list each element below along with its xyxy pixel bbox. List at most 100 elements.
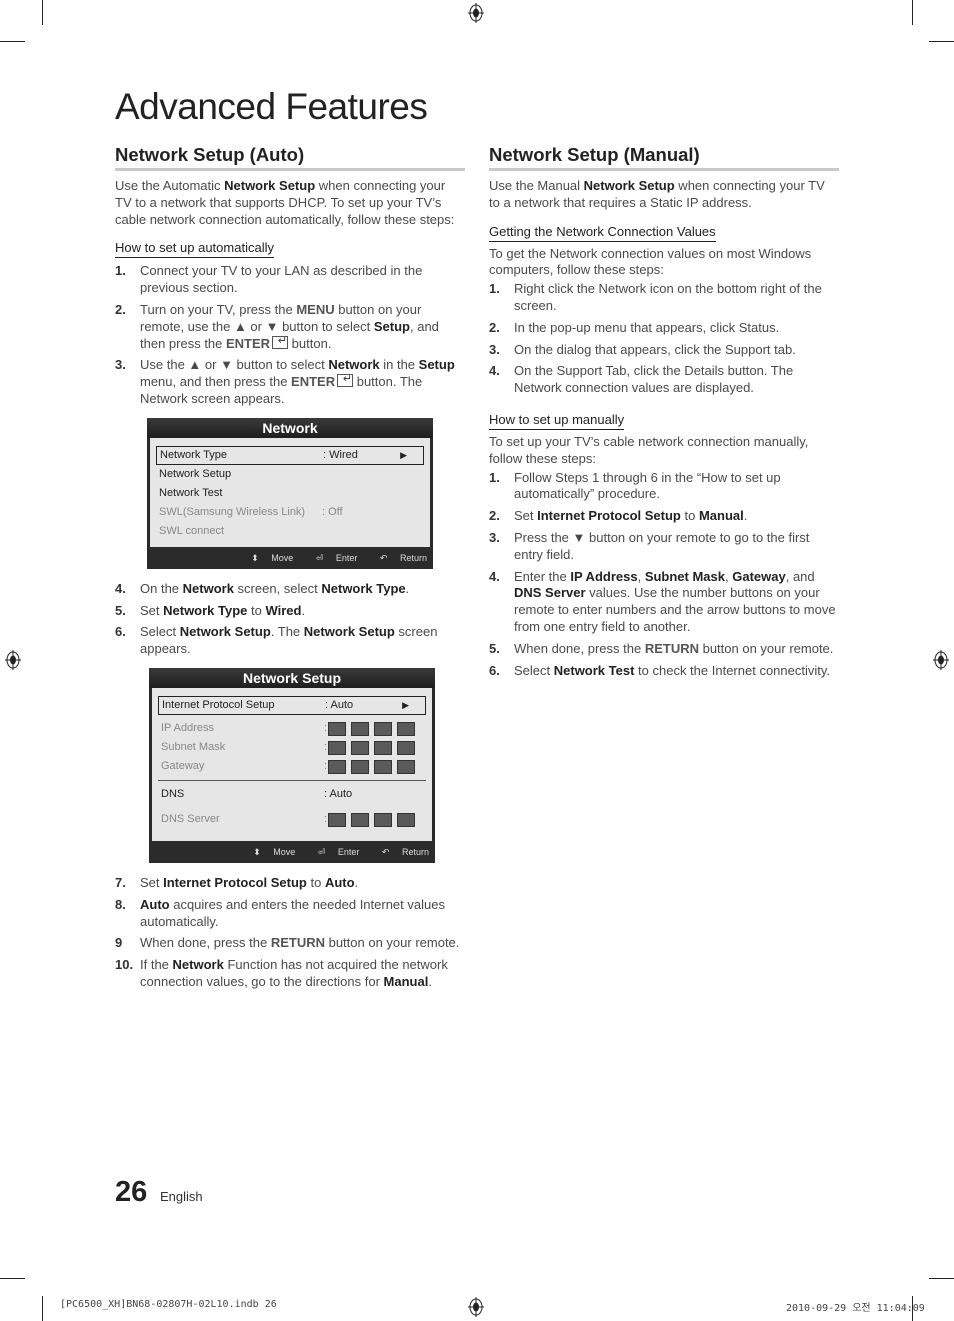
section-title-auto: Network Setup (Auto) [115, 144, 465, 171]
step-text: Set Network Type to Wired. [140, 602, 306, 618]
return-icon: ↶ [379, 552, 388, 563]
move-hint: ⬍ Move [241, 553, 293, 563]
print-date: 2010-09-29 오전 11:04:09 [786, 1303, 925, 1314]
registration-mark-icon [933, 650, 949, 670]
osd-row-label: Network Test [159, 486, 223, 499]
step-item: 5. Set Network Type to Wired. [115, 603, 465, 620]
manual-setup-intro: To set up your TV’s cable network connec… [489, 433, 809, 466]
osd-row-subnet-mask[interactable]: Subnet Mask: [158, 738, 426, 757]
registration-mark-icon [5, 650, 21, 670]
osd-body: Internet Protocol Setup: Auto ▶ IP Addres… [152, 687, 432, 841]
osd-row-value: : Auto [324, 787, 353, 800]
osd-body: Network Type : Wired ▶ Network Setup Netwo… [150, 437, 430, 547]
step-item: 2. Turn on your TV, press the MENU button… [115, 302, 465, 352]
crop-mark [0, 41, 25, 42]
registration-mark-icon [468, 1297, 484, 1317]
osd-footer: ⬍ Move ⏎ Enter ↶ Return [147, 546, 433, 569]
step-item: 1. Connect your TV to your LAN as describ… [115, 263, 465, 297]
osd-row-label: Internet Protocol Setup [162, 698, 275, 711]
osd-row-dns-server[interactable]: DNS Server: [158, 810, 426, 829]
step-number: 5. [489, 640, 500, 656]
hint-label: Return [401, 846, 429, 857]
step-number: 1. [489, 281, 500, 297]
osd-row-label: Network Type [160, 448, 228, 461]
section-title-manual: Network Setup (Manual) [489, 144, 839, 171]
page-language: English [160, 1189, 203, 1204]
step-item: 6. Select Network Setup. The Network Setu… [115, 624, 465, 658]
arrow-right-icon: ▶ [400, 449, 407, 460]
step-item: 2. Set Internet Protocol Setup to Manual. [489, 508, 839, 525]
page-number: 26 [115, 1176, 148, 1208]
step-item: 1. Follow Steps 1 through 6 in the “How t… [489, 470, 839, 504]
intro-bold: Network Setup [583, 178, 675, 193]
hint-label: Return [399, 552, 427, 563]
auto-intro: Use the Automatic Network Setup when con… [115, 178, 465, 228]
step-text: Select Network Test to check the Interne… [514, 662, 831, 678]
manual-intro: Use the Manual Network Setup when connec… [489, 178, 839, 212]
step-item: 5. When done, press the RETURN button on … [489, 641, 839, 658]
step-item: 2. In the pop-up menu that appears, click… [489, 320, 839, 337]
step-number: 1. [489, 469, 500, 485]
osd-row-value: : [324, 759, 328, 772]
osd-footer: ⬍ Move ⏎ Enter ↶ Return [149, 840, 435, 863]
step-number: 6. [115, 624, 126, 640]
steps-list: 4. On the Network screen, select Network … [115, 581, 465, 658]
step-number: 7. [115, 874, 126, 890]
crop-mark [929, 41, 954, 42]
osd-row-ip-address[interactable]: IP Address: [158, 719, 426, 738]
step-item: 6. Select Network Test to check the Inter… [489, 663, 839, 680]
step-item: 4. On the Support Tab, click the Details … [489, 363, 839, 397]
intro-text: Use the Automatic [115, 178, 225, 193]
step-text: Turn on your TV, press the MENU button o… [140, 302, 439, 351]
step-text: Select Network Setup. The Network Setup … [140, 624, 438, 657]
step-number: 3. [115, 357, 126, 373]
osd-row-swl[interactable]: SWL(Samsung Wireless Link): Off [156, 503, 424, 522]
step-number: 4. [115, 580, 126, 596]
osd-row-ip-setup[interactable]: Internet Protocol Setup: Auto ▶ [158, 695, 426, 715]
osd-divider [158, 779, 426, 781]
move-hint: ⬍ Move [243, 847, 295, 857]
hint-label: Move [273, 846, 296, 857]
osd-row-value: : [324, 740, 328, 753]
step-number: 6. [489, 662, 500, 678]
step-number: 9 [115, 935, 123, 951]
step-text: Use the ▲ or ▼ button to select Network … [140, 357, 455, 406]
crop-mark [0, 1278, 25, 1279]
hint-label: Enter [335, 552, 358, 563]
step-number: 1. [115, 263, 126, 279]
gateway-entry-fields[interactable] [328, 759, 420, 779]
osd-row-value: : Auto [325, 698, 354, 711]
osd-row-value: : [324, 812, 328, 825]
osd-row-label: Gateway [161, 759, 205, 772]
step-number: 4. [489, 363, 500, 379]
auto-section: Network Setup (Auto) Use the Automatic N… [115, 144, 465, 996]
manual-section: Network Setup (Manual) Use the Manual Ne… [489, 144, 839, 684]
step-item: 3. Press the ▼ button on your remote to g… [489, 530, 839, 564]
dns-entry-fields[interactable] [328, 812, 420, 832]
intro-text: Use the Manual [489, 178, 584, 193]
intro-bold: Network Setup [224, 178, 316, 193]
osd-row-value: : [324, 721, 328, 734]
osd-row-gateway[interactable]: Gateway: [158, 757, 426, 776]
step-text: Press the ▼ button on your remote to go … [514, 529, 810, 562]
osd-row-value: : Wired [323, 448, 358, 461]
return-hint: ↶ Return [372, 847, 429, 857]
move-icon: ⬍ [253, 846, 261, 857]
step-number: 2. [489, 319, 500, 335]
osd-row-label: DNS [161, 787, 185, 800]
step-text: Enter the IP Address, Subnet Mask, Gatew… [514, 568, 836, 634]
osd-row-dns[interactable]: DNS : Auto [158, 785, 426, 804]
step-item: 8. Auto acquires and enters the needed In… [115, 897, 465, 931]
osd-row-network-setup[interactable]: Network Setup [156, 465, 424, 484]
osd-row-network-type[interactable]: Network Type : Wired ▶ [156, 445, 424, 465]
osd-row-swl-connect[interactable]: SWL connect [156, 522, 424, 541]
step-text: On the Network screen, select Network Ty… [140, 580, 410, 596]
step-text: On the dialog that appears, click the Su… [514, 341, 796, 357]
step-text: Set Internet Protocol Setup to Auto. [140, 874, 359, 890]
crop-mark [42, 0, 43, 25]
step-number: 8. [115, 896, 126, 912]
osd-row-value: : Off [322, 505, 343, 518]
network-osd: Network Network Type: Wired ▶ Network Set… [147, 417, 433, 569]
osd-row-network-test[interactable]: Network Test [156, 484, 424, 503]
step-item: 3. On the dialog that appears, click the … [489, 342, 839, 359]
